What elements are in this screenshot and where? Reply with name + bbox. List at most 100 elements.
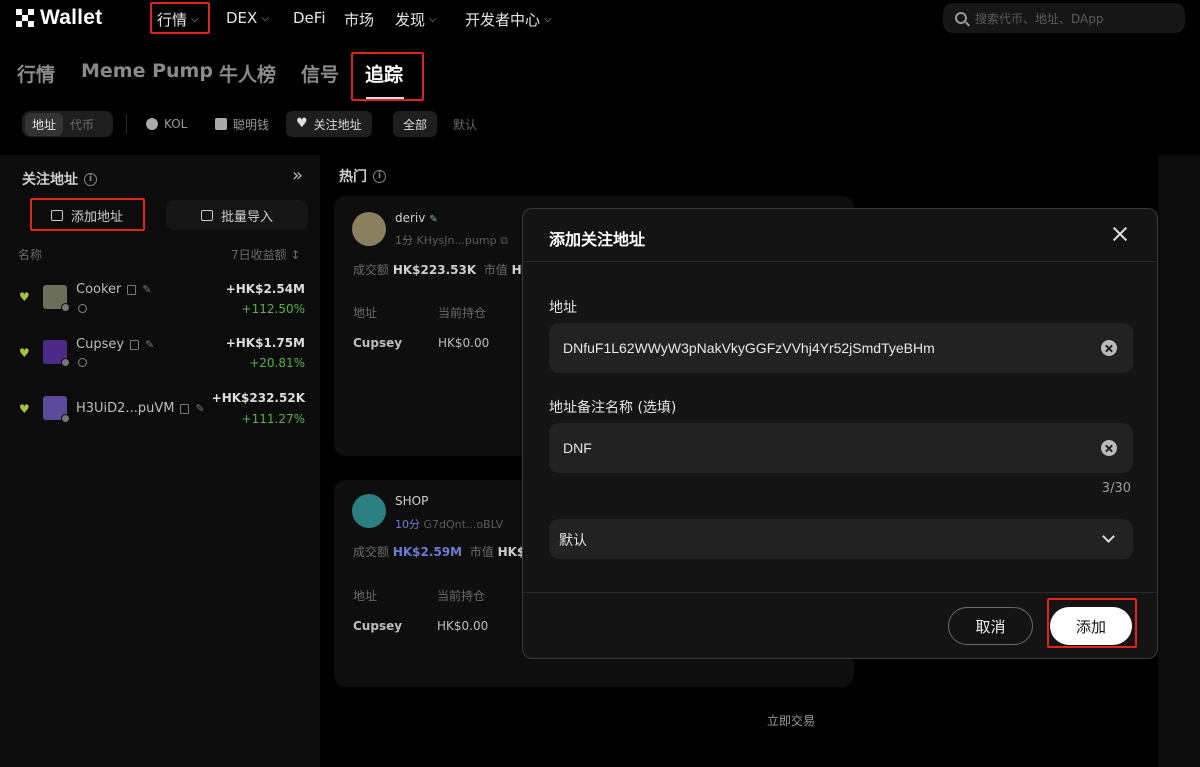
gain-percent: +112.50% xyxy=(241,302,305,316)
copy-icon[interactable]: ⧉ xyxy=(500,234,508,247)
info-icon[interactable]: i xyxy=(373,169,386,183)
okx-logo-icon xyxy=(16,9,34,27)
import-icon xyxy=(200,209,213,221)
heart-icon[interactable]: ♥ xyxy=(19,346,30,360)
tab-signal[interactable]: 信号 xyxy=(301,60,339,87)
avatar xyxy=(43,285,70,312)
col-holding-header: 当前持仓 xyxy=(437,589,486,603)
logo-text: Wallet xyxy=(40,6,103,29)
token-meta: 10分 G7dQnt...oBLV xyxy=(395,518,504,531)
nav-developer[interactable]: 开发者中心 ⌵ xyxy=(465,9,552,30)
col-address-header: 地址 xyxy=(353,589,378,603)
gain-value: +HK$2.54M xyxy=(225,282,305,296)
search-placeholder: 搜索代币、地址、DApp xyxy=(975,11,1104,26)
wallet-logo[interactable]: Wallet xyxy=(16,6,102,30)
nav-market-place[interactable]: 市场 xyxy=(344,9,374,30)
token-avatar xyxy=(352,494,386,528)
edit-icon[interactable]: ✎ xyxy=(195,402,204,415)
filter-all[interactable]: 全部 xyxy=(393,111,438,137)
token-stats: 成交额 HK$2.59M 市值 HK$2 xyxy=(353,545,534,559)
avatar xyxy=(43,396,70,423)
note-input[interactable] xyxy=(563,423,1083,473)
fuel-icon xyxy=(215,118,227,130)
holder-value: HK$0.00 xyxy=(438,336,490,350)
list-item-name[interactable]: Cupsey ✎ xyxy=(76,337,154,352)
token-name: SHOP xyxy=(395,494,429,508)
highlight-box xyxy=(1047,598,1137,648)
trade-now-link[interactable]: 立即交易 xyxy=(767,712,815,729)
search-icon xyxy=(955,12,967,24)
panel-title: 关注地址 i xyxy=(22,169,97,189)
token-avatar xyxy=(352,212,386,246)
nav-dex[interactable]: DEX ⌵ xyxy=(226,9,269,27)
holder-value: HK$0.00 xyxy=(437,619,489,633)
char-counter: 3/30 xyxy=(1101,481,1131,496)
heart-icon[interactable]: ♥ xyxy=(19,402,30,416)
gain-percent: +111.27% xyxy=(241,412,305,426)
list-item-name[interactable]: Cooker ✎ xyxy=(76,282,152,297)
filter-kol[interactable]: KOL xyxy=(136,111,197,137)
highlight-box xyxy=(30,198,145,231)
divider xyxy=(523,261,1157,262)
divider xyxy=(126,114,127,134)
chevron-down-icon: ⌵ xyxy=(544,14,552,25)
kol-icon xyxy=(146,118,158,130)
filter-followed[interactable]: ♥ 关注地址 xyxy=(286,111,372,137)
gain-value: +HK$232.52K xyxy=(211,391,305,405)
avatar xyxy=(43,340,70,367)
chevron-down-icon: ⌵ xyxy=(261,12,269,24)
nav-discover[interactable]: 发现 ⌵ xyxy=(395,9,437,30)
address-token-segment: 地址 代币 xyxy=(22,111,113,137)
segment-address[interactable]: 地址 xyxy=(25,112,64,136)
nav-defi[interactable]: DeFi xyxy=(293,9,325,27)
pencil-icon: ✎ xyxy=(429,214,438,225)
note-label: 地址备注名称 (选填) xyxy=(549,400,677,416)
chain-icon xyxy=(78,358,87,367)
cancel-button[interactable]: 取消 xyxy=(948,607,1033,645)
tab-market[interactable]: 行情 xyxy=(17,60,55,87)
heart-icon[interactable]: ♥ xyxy=(19,290,30,304)
bulk-import-button[interactable]: 批量导入 xyxy=(166,200,308,230)
group-select-value: 默认 xyxy=(559,533,587,549)
col-address-header: 地址 xyxy=(353,306,378,320)
copy-icon[interactable] xyxy=(127,284,137,295)
clear-icon[interactable] xyxy=(1101,440,1117,456)
token-name: deriv ✎ xyxy=(395,211,438,225)
search-input[interactable]: 搜索代币、地址、DApp xyxy=(943,3,1185,33)
edit-icon[interactable]: ✎ xyxy=(145,338,154,351)
close-icon[interactable] xyxy=(1109,223,1131,245)
token-stats: 成交额 HK$223.53K 市值 HK xyxy=(353,263,531,277)
holder-name: Cupsey xyxy=(353,336,403,350)
note-field[interactable] xyxy=(549,423,1133,473)
filter-smart-money[interactable]: 聪明钱 xyxy=(205,111,279,137)
edit-icon[interactable]: ✎ xyxy=(142,283,151,296)
token-meta: 1分 KHysJn...pump ⧉ xyxy=(395,234,508,247)
address-input[interactable] xyxy=(563,323,1083,373)
background-panel xyxy=(1158,155,1200,767)
tab-meme-pump[interactable]: Meme Pump xyxy=(81,60,213,82)
tab-leaderboard[interactable]: 牛人榜 xyxy=(219,60,276,87)
group-select[interactable]: 默认 xyxy=(549,519,1133,559)
copy-icon[interactable] xyxy=(130,339,140,350)
col-name-header: 名称 xyxy=(18,248,43,262)
address-field[interactable] xyxy=(549,323,1133,373)
copy-icon[interactable] xyxy=(180,403,190,414)
filter-default[interactable]: 默认 xyxy=(443,111,487,137)
gain-value: +HK$1.75M xyxy=(225,336,305,350)
chevron-down-icon xyxy=(1102,530,1115,543)
collapse-icon[interactable]: » xyxy=(292,165,303,186)
info-icon[interactable]: i xyxy=(84,172,97,186)
segment-token[interactable]: 代币 xyxy=(63,113,101,136)
holder-name: Cupsey xyxy=(353,619,403,633)
gain-percent: +20.81% xyxy=(249,356,305,370)
highlight-box xyxy=(150,2,210,34)
modal-title: 添加关注地址 xyxy=(549,230,646,249)
heart-icon: ♥ xyxy=(296,116,308,131)
col-holding-header: 当前持仓 xyxy=(438,306,487,320)
list-item-name[interactable]: H3UiD2...puVM ✎ xyxy=(76,401,205,416)
divider xyxy=(523,592,1157,593)
col-gain-header[interactable]: 7日收益额 ↕ xyxy=(231,246,301,263)
add-follow-address-modal: 添加关注地址 地址 地址备注名称 (选填) 3/30 默认 取消 添加 xyxy=(522,208,1158,659)
highlight-box xyxy=(351,52,424,101)
clear-icon[interactable] xyxy=(1101,340,1117,356)
